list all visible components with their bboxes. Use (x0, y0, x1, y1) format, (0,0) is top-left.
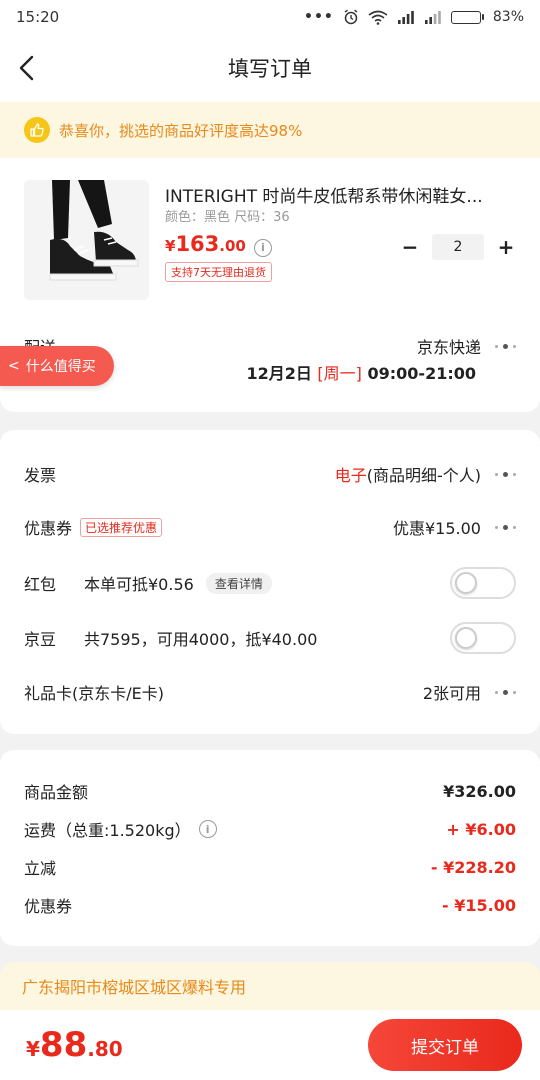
chevron-left-icon: < (8, 358, 20, 374)
invoice-row[interactable]: 发票 电子 (商品明细-个人) (24, 459, 516, 489)
sneaker-icon (24, 180, 149, 300)
jingdou-label: 京豆 (24, 630, 57, 649)
invoice-type: 电子 (334, 466, 367, 485)
summary-value: - ¥15.00 (442, 895, 516, 915)
increase-quantity-button[interactable]: + (494, 235, 518, 259)
total-decimal: .80 (87, 1037, 123, 1061)
praise-text: 恭喜你，挑选的商品好评度高达98% (59, 121, 303, 140)
return-policy-badge: 支持7天无理由退货 (165, 262, 272, 282)
red-packet-label: 红包 (24, 575, 57, 594)
price-decimal: .00 (219, 237, 246, 255)
coupon-recommend-tag: 已选推荐优惠 (80, 517, 163, 537)
smzdm-float-button[interactable]: < 什么值得买 (0, 346, 114, 386)
price-info-icon[interactable]: i (253, 238, 272, 257)
summary-label: 运费（总重:1.520kg） (24, 821, 191, 840)
quantity-input[interactable]: 2 (432, 234, 484, 260)
jingdou-desc: 共7595，可用4000，抵¥40.00 (84, 630, 318, 649)
signal-2-icon (424, 11, 441, 24)
delivery-method-row[interactable]: 京东快递 (417, 334, 516, 358)
summary-label: 优惠券 (24, 897, 73, 916)
price-integer: 163 (175, 232, 220, 256)
jingdou-row: 京豆 共7595，可用4000，抵¥40.00 (24, 620, 516, 656)
float-tab-label: 什么值得买 (25, 359, 96, 375)
wifi-icon (368, 10, 388, 25)
shipping-info-icon[interactable]: i (198, 820, 217, 838)
status-time: 15:20 (16, 8, 60, 26)
praise-banner: 恭喜你，挑选的商品好评度高达98% (0, 102, 540, 158)
summary-value: + ¥6.00 (446, 819, 516, 839)
price-summary-card: 商品金额 ¥326.00 运费（总重:1.520kg） i + ¥6.00 立减… (0, 750, 540, 946)
product-price: ¥ 163 .00 i (165, 232, 272, 257)
more-notifications-icon: ••• (304, 9, 334, 25)
address-bar[interactable]: 广东揭阳市榕城区城区爆料专用 (0, 962, 540, 1010)
coupon-label: 优惠券 (24, 519, 73, 538)
delivery-slot: 09:00-21:00 (367, 364, 477, 383)
battery-icon (450, 10, 484, 24)
delivery-time[interactable]: 12月2日 [周一] 09:00-21:00 (246, 360, 476, 384)
more-options-icon (495, 471, 516, 477)
more-options-icon (495, 524, 516, 530)
product-title[interactable]: INTERIGHT 时尚牛皮低帮系带休闲鞋女... (165, 182, 520, 207)
red-packet-desc: 本单可抵¥0.56 (84, 575, 194, 594)
status-icons: ••• 83% (304, 9, 524, 25)
quantity-stepper: − 2 + (398, 234, 518, 260)
red-packet-row: 红包 本单可抵¥0.56 查看详情 (24, 565, 516, 601)
submit-order-button[interactable]: 提交订单 (368, 1019, 522, 1071)
page-title: 填写订单 (228, 57, 312, 81)
more-options-icon (495, 689, 516, 695)
signal-icon (397, 11, 414, 24)
product-image[interactable] (24, 180, 149, 300)
summary-row: 优惠券 - ¥15.00 (24, 891, 516, 919)
product-spec: 颜色：黑色 尺码：36 (165, 210, 290, 225)
summary-value: ¥326.00 (443, 781, 516, 801)
view-details-button[interactable]: 查看详情 (205, 572, 272, 594)
battery-percent: 83% (492, 9, 524, 25)
summary-label: 商品金额 (24, 783, 89, 802)
jingdou-toggle[interactable] (450, 622, 516, 654)
total-integer: 88 (39, 1025, 88, 1065)
summary-row: 立减 - ¥228.20 (24, 853, 516, 881)
more-options-icon (495, 343, 516, 349)
decrease-quantity-button[interactable]: − (398, 235, 422, 259)
delivery-weekday: [周一] (317, 364, 362, 383)
delivery-date: 12月2日 (246, 364, 312, 383)
summary-label: 立减 (24, 859, 57, 878)
coupon-value: 优惠¥15.00 (393, 519, 481, 538)
checkout-bar: ¥ 88 .80 提交订单 (0, 1010, 540, 1080)
invoice-label: 发票 (24, 466, 57, 485)
summary-row: 商品金额 ¥326.00 (24, 777, 516, 805)
red-packet-toggle[interactable] (450, 567, 516, 599)
address-text: 广东揭阳市榕城区城区爆料专用 (22, 978, 247, 997)
coupon-row[interactable]: 优惠券 已选推荐优惠 优惠¥15.00 (24, 512, 516, 542)
total-symbol: ¥ (26, 1037, 40, 1061)
summary-value: - ¥228.20 (430, 857, 516, 877)
order-total: ¥ 88 .80 (26, 1025, 123, 1065)
alarm-icon (344, 9, 358, 25)
status-bar: 15:20 ••• 83% (0, 0, 540, 34)
order-options-card: 发票 电子 (商品明细-个人) 优惠券 已选推荐优惠 优惠¥15.00 红包 本… (0, 430, 540, 734)
back-arrow-icon[interactable] (14, 54, 42, 82)
price-symbol: ¥ (165, 237, 176, 255)
summary-row: 运费（总重:1.520kg） i + ¥6.00 (24, 815, 516, 843)
gift-card-row[interactable]: 礼品卡(京东卡/E卡) 2张可用 (24, 677, 516, 707)
nav-bar: 填写订单 (0, 34, 540, 102)
gift-card-label: 礼品卡(京东卡/E卡) (24, 684, 164, 703)
thumbs-up-icon (24, 117, 50, 143)
invoice-detail: (商品明细-个人) (366, 466, 481, 485)
gift-card-value: 2张可用 (422, 684, 481, 703)
delivery-method: 京东快递 (416, 338, 481, 357)
